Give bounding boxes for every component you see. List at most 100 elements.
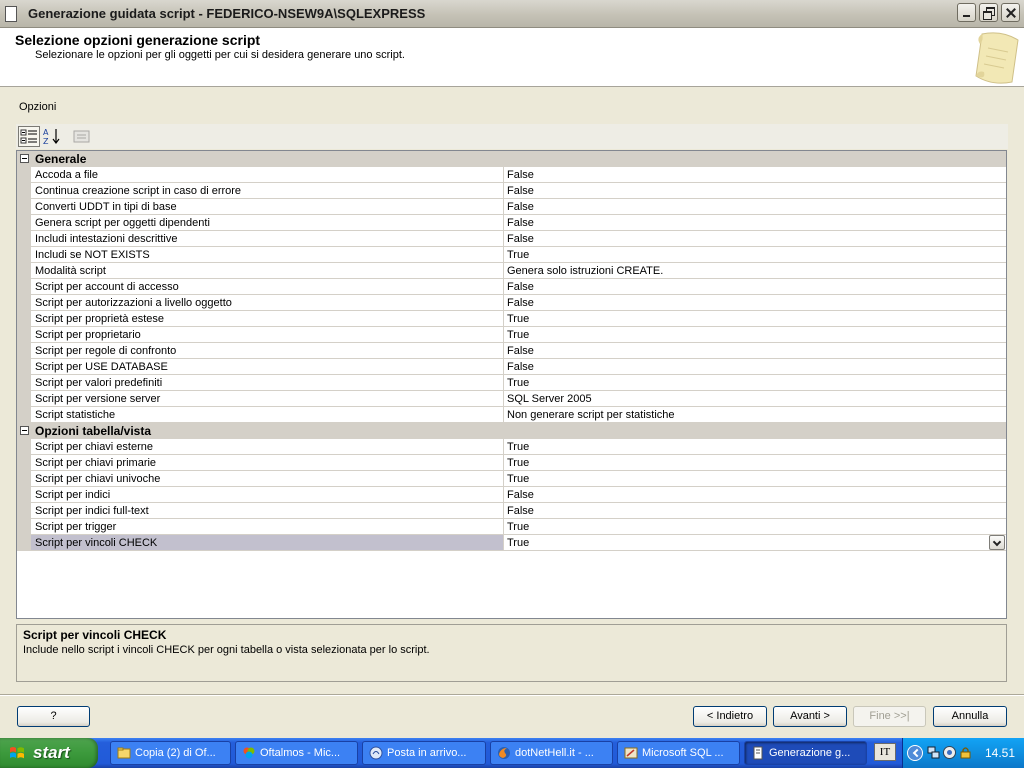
property-row[interactable]: Script per autorizzazioni a livello ogge… bbox=[17, 295, 1006, 311]
property-row[interactable]: Script per indici False bbox=[17, 487, 1006, 503]
property-name[interactable]: Script per valori predefiniti bbox=[31, 375, 504, 391]
property-row[interactable]: Script per chiavi univoche True bbox=[17, 471, 1006, 487]
show-hidden-icons-button[interactable] bbox=[907, 745, 923, 761]
taskbar-button[interactable]: Generazione g... bbox=[744, 741, 867, 765]
property-value[interactable]: False bbox=[504, 359, 1006, 375]
property-row[interactable]: Script per vincoli CHECK True bbox=[17, 535, 1006, 551]
property-name[interactable]: Modalità script bbox=[31, 263, 504, 279]
property-name[interactable]: Script statistiche bbox=[31, 407, 504, 423]
taskbar-button[interactable]: Oftalmos - Mic... bbox=[235, 741, 358, 765]
lock-icon[interactable] bbox=[959, 746, 972, 759]
category-row[interactable]: Generale bbox=[17, 151, 1006, 167]
property-value[interactable]: True bbox=[504, 311, 1006, 327]
property-name[interactable]: Includi intestazioni descrittive bbox=[31, 231, 504, 247]
property-row[interactable]: Script per proprietà estese True bbox=[17, 311, 1006, 327]
property-value[interactable]: True bbox=[504, 455, 1006, 471]
categorized-view-button[interactable] bbox=[18, 126, 40, 147]
property-name[interactable]: Script per chiavi esterne bbox=[31, 439, 504, 455]
property-value[interactable]: True bbox=[504, 375, 1006, 391]
property-row[interactable]: Accoda a file False bbox=[17, 167, 1006, 183]
property-value[interactable]: True bbox=[504, 247, 1006, 263]
property-row[interactable]: Genera script per oggetti dipendenti Fals… bbox=[17, 215, 1006, 231]
taskbar-button[interactable]: dotNetHell.it - ... bbox=[490, 741, 613, 765]
help-button[interactable]: ? bbox=[17, 706, 90, 727]
property-name[interactable]: Script per versione server bbox=[31, 391, 504, 407]
restore-button[interactable] bbox=[979, 3, 998, 22]
property-name[interactable]: Includi se NOT EXISTS bbox=[31, 247, 504, 263]
property-row[interactable]: Script per regole di confronto False bbox=[17, 343, 1006, 359]
security-icon[interactable] bbox=[943, 746, 956, 759]
taskbar-button[interactable]: Copia (2) di Of... bbox=[110, 741, 231, 765]
property-value[interactable]: False bbox=[504, 183, 1006, 199]
window-titlebar[interactable]: Generazione guidata script - FEDERICO-NS… bbox=[0, 0, 1024, 28]
start-button[interactable]: start bbox=[0, 738, 98, 768]
category-row[interactable]: Opzioni tabella/vista bbox=[17, 423, 1006, 439]
property-value[interactable]: False bbox=[504, 503, 1006, 519]
property-name[interactable]: Script per vincoli CHECK bbox=[31, 535, 504, 551]
property-value[interactable]: True bbox=[504, 439, 1006, 455]
property-row[interactable]: Modalità script Genera solo istruzioni CR… bbox=[17, 263, 1006, 279]
property-name[interactable]: Script per indici bbox=[31, 487, 504, 503]
property-name[interactable]: Script per trigger bbox=[31, 519, 504, 535]
collapse-icon[interactable] bbox=[20, 426, 29, 435]
property-name[interactable]: Script per indici full-text bbox=[31, 503, 504, 519]
property-value[interactable]: Genera solo istruzioni CREATE. bbox=[504, 263, 1006, 279]
property-name[interactable]: Script per USE DATABASE bbox=[31, 359, 504, 375]
back-button[interactable]: < Indietro bbox=[693, 706, 767, 727]
cancel-button[interactable]: Annulla bbox=[933, 706, 1007, 727]
taskbar-button[interactable]: Microsoft SQL ... bbox=[617, 741, 740, 765]
next-button[interactable]: Avanti > bbox=[773, 706, 847, 727]
property-name[interactable]: Script per chiavi primarie bbox=[31, 455, 504, 471]
property-name[interactable]: Accoda a file bbox=[31, 167, 504, 183]
property-name[interactable]: Script per account di accesso bbox=[31, 279, 504, 295]
property-row[interactable]: Converti UDDT in tipi di base False bbox=[17, 199, 1006, 215]
property-row[interactable]: Script per USE DATABASE False bbox=[17, 359, 1006, 375]
property-row[interactable]: Continua creazione script in caso di err… bbox=[17, 183, 1006, 199]
property-value[interactable]: SQL Server 2005 bbox=[504, 391, 1006, 407]
property-value-text: True bbox=[507, 441, 530, 453]
property-value[interactable]: False bbox=[504, 215, 1006, 231]
property-value[interactable]: Non generare script per statistiche bbox=[504, 407, 1006, 423]
close-button[interactable] bbox=[1001, 3, 1020, 22]
property-value[interactable]: False bbox=[504, 231, 1006, 247]
property-row[interactable]: Script per versione server SQL Server 200… bbox=[17, 391, 1006, 407]
property-value[interactable]: False bbox=[504, 199, 1006, 215]
minimize-button[interactable] bbox=[957, 3, 976, 22]
finish-button[interactable]: Fine >>| bbox=[853, 706, 926, 727]
property-name[interactable]: Script per chiavi univoche bbox=[31, 471, 504, 487]
property-value[interactable]: False bbox=[504, 279, 1006, 295]
property-row[interactable]: Script statistiche Non generare script pe… bbox=[17, 407, 1006, 423]
property-row[interactable]: Script per chiavi esterne True bbox=[17, 439, 1006, 455]
alphabetical-sort-button[interactable]: A Z bbox=[41, 126, 63, 147]
property-value[interactable]: False bbox=[504, 487, 1006, 503]
collapse-icon[interactable] bbox=[20, 154, 29, 163]
property-name[interactable]: Genera script per oggetti dipendenti bbox=[31, 215, 504, 231]
language-indicator[interactable]: IT bbox=[874, 743, 896, 761]
taskbar-button[interactable]: Posta in arrivo... bbox=[362, 741, 486, 765]
property-row[interactable]: Script per valori predefiniti True bbox=[17, 375, 1006, 391]
property-value[interactable]: False bbox=[504, 343, 1006, 359]
property-row[interactable]: Script per proprietario True bbox=[17, 327, 1006, 343]
property-row[interactable]: Includi se NOT EXISTS True bbox=[17, 247, 1006, 263]
property-name[interactable]: Script per proprietario bbox=[31, 327, 504, 343]
property-grid[interactable]: Generale Accoda a file False Continua creaz… bbox=[16, 150, 1007, 619]
property-name[interactable]: Script per regole di confronto bbox=[31, 343, 504, 359]
property-row[interactable]: Script per chiavi primarie True bbox=[17, 455, 1006, 471]
property-value[interactable]: True bbox=[504, 535, 1006, 551]
property-name[interactable]: Continua creazione script in caso di err… bbox=[31, 183, 504, 199]
property-value[interactable]: False bbox=[504, 167, 1006, 183]
property-value[interactable]: True bbox=[504, 327, 1006, 343]
property-name[interactable]: Script per proprietà estese bbox=[31, 311, 504, 327]
property-value[interactable]: False bbox=[504, 295, 1006, 311]
network-icon[interactable] bbox=[927, 746, 940, 759]
property-name[interactable]: Script per autorizzazioni a livello ogge… bbox=[31, 295, 504, 311]
property-value[interactable]: True bbox=[504, 471, 1006, 487]
property-row[interactable]: Script per trigger True bbox=[17, 519, 1006, 535]
property-row[interactable]: Script per account di accesso False bbox=[17, 279, 1006, 295]
property-row[interactable]: Includi intestazioni descrittive False bbox=[17, 231, 1006, 247]
property-name[interactable]: Converti UDDT in tipi di base bbox=[31, 199, 504, 215]
value-dropdown-button[interactable] bbox=[989, 535, 1005, 550]
property-row[interactable]: Script per indici full-text False bbox=[17, 503, 1006, 519]
property-value[interactable]: True bbox=[504, 519, 1006, 535]
property-pages-button[interactable] bbox=[71, 126, 93, 147]
